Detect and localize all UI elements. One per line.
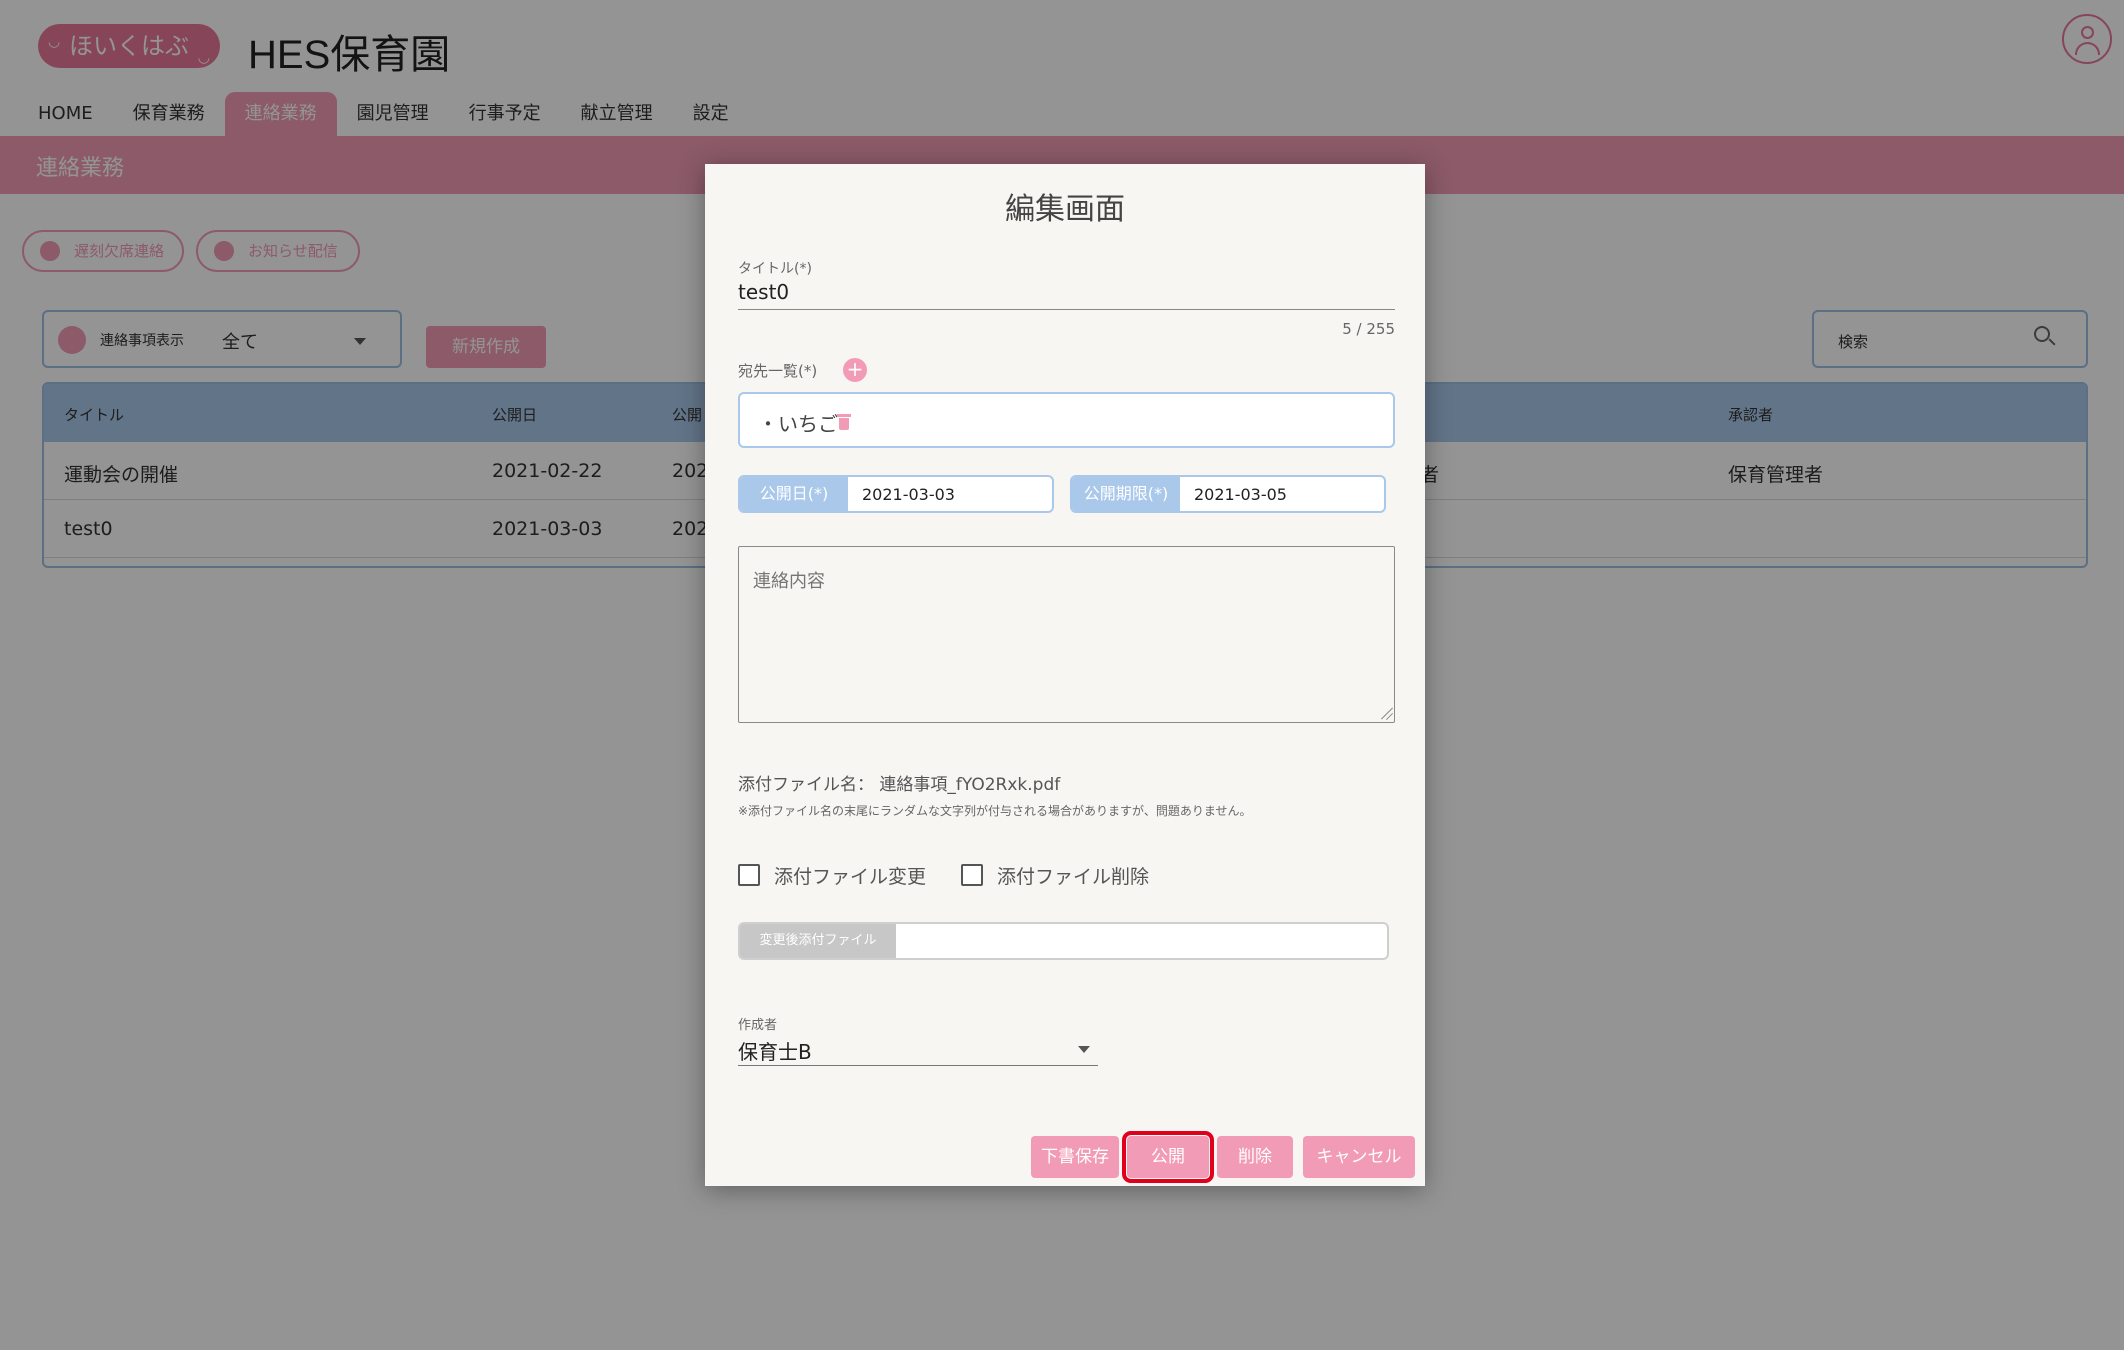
- modal-title: 編集画面: [1005, 192, 1125, 227]
- file-upload-field[interactable]: 変更後添付ファイル: [738, 922, 1389, 960]
- title-char-counter: 5 / 255: [1342, 320, 1395, 338]
- content-textarea[interactable]: [738, 546, 1395, 723]
- publish-date-label: 公開日(*): [740, 477, 848, 511]
- publish-limit-label: 公開期限(*): [1072, 477, 1180, 511]
- attachment-note: ※添付ファイル名の末尾にランダムな文字列が付与される場合がありますが、問題ありま…: [738, 804, 1252, 818]
- chevron-down-icon: [1078, 1046, 1090, 1053]
- author-label: 作成者: [738, 1018, 778, 1033]
- author-value: 保育士B: [738, 1040, 812, 1064]
- author-select[interactable]: 保育士B: [738, 1032, 1098, 1066]
- attachment-delete-checkbox-row[interactable]: 添付ファイル削除: [961, 860, 1149, 890]
- edit-modal: 編集画面 タイトル(*) test0 5 / 255 宛先一覧(*) + ・いち…: [705, 164, 1425, 1186]
- title-field-label: タイトル(*): [738, 261, 812, 277]
- file-upload-label: 変更後添付ファイル: [740, 924, 896, 958]
- publish-limit-field[interactable]: 公開期限(*) 2021-03-05: [1070, 475, 1386, 513]
- title-input[interactable]: test0: [738, 280, 1395, 310]
- cancel-button[interactable]: キャンセル: [1303, 1136, 1415, 1178]
- attachment-change-checkbox[interactable]: [738, 864, 760, 886]
- destination-item: ・いちご: [758, 412, 838, 436]
- publish-date-value: 2021-03-03: [862, 485, 955, 504]
- delete-button[interactable]: 削除: [1217, 1136, 1293, 1178]
- publish-limit-value: 2021-03-05: [1194, 485, 1287, 504]
- attachment-change-label[interactable]: 添付ファイル変更: [774, 862, 926, 889]
- draft-save-button[interactable]: 下書保存: [1031, 1136, 1119, 1178]
- resize-grip-icon[interactable]: [1379, 707, 1394, 721]
- publish-button[interactable]: 公開: [1122, 1131, 1214, 1183]
- publish-date-field[interactable]: 公開日(*) 2021-03-03: [738, 475, 1054, 513]
- add-destination-icon[interactable]: +: [843, 358, 867, 382]
- destination-list: ・いちご: [738, 392, 1395, 448]
- destination-label: 宛先一覧(*): [738, 362, 818, 380]
- trash-icon[interactable]: [837, 414, 851, 430]
- attachment-change-checkbox-row[interactable]: 添付ファイル変更: [738, 860, 926, 890]
- attachment-delete-checkbox[interactable]: [961, 864, 983, 886]
- attachment-delete-label[interactable]: 添付ファイル削除: [997, 862, 1149, 889]
- attachment-filename: 添付ファイル名： 連絡事項_fYO2Rxk.pdf: [738, 775, 1061, 795]
